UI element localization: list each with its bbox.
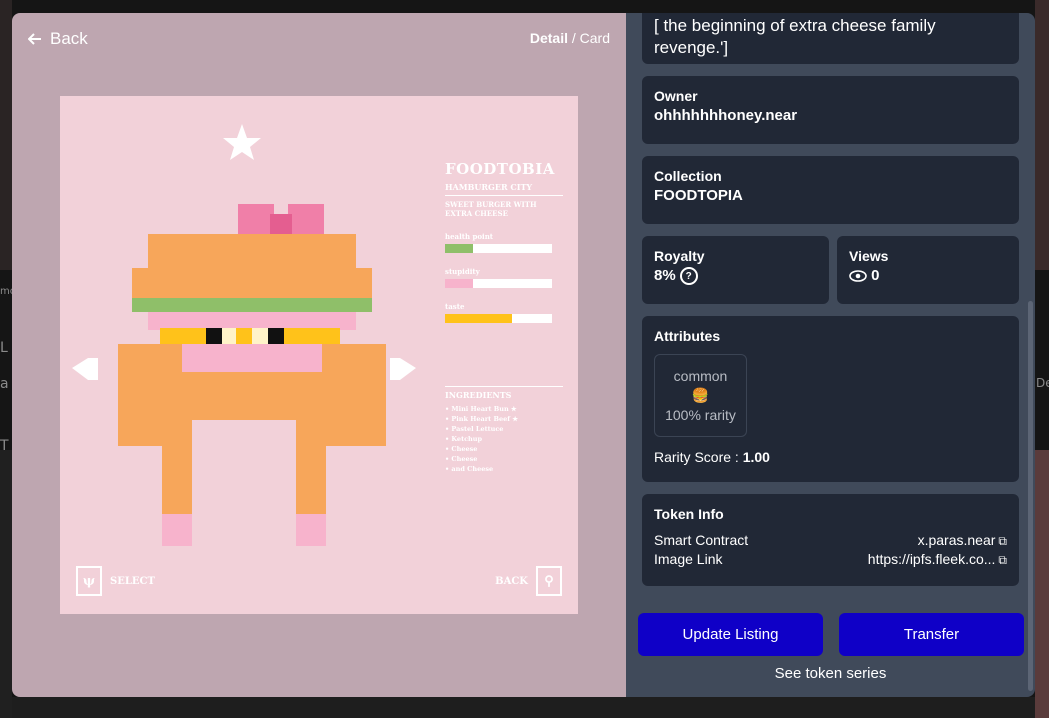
background-text: a [0,376,9,392]
views-value: 0 [871,267,880,284]
image-link-value[interactable]: https://ipfs.fleek.co... [868,551,996,567]
owner-panel: Owner ohhhhhhhoney.near [642,76,1019,144]
burger-icon: 🍔 [691,387,710,403]
smart-contract-group: x.paras.near ⧉ [918,532,1007,549]
ingredient-item: Cheese [445,454,563,464]
card-brand-block: FOODTOBIA HAMBURGER CITY SWEET BURGER WI… [445,160,563,323]
view-detail-toggle[interactable]: Detail [530,30,568,46]
ingredient-item: Pastel Lettuce [445,424,563,434]
update-listing-button[interactable]: Update Listing [638,613,823,656]
see-token-series-link[interactable]: See token series [626,665,1035,682]
card-description: SWEET BURGER WITH EXTRA CHEESE [445,200,537,218]
back-button[interactable]: Back [28,29,88,49]
ingredients-list: Mini Heart Bun ★ Pink Heart Beef ★ Paste… [445,404,563,474]
transfer-button[interactable]: Transfer [839,613,1024,656]
royalty-value: 8% [654,267,676,284]
smart-contract-label: Smart Contract [654,532,749,548]
stat-fill [445,244,473,253]
stat-label: health point [445,232,494,241]
ingredients-title: INGREDIENTS [445,386,563,400]
background-tile [1035,0,1049,270]
rarity-score: Rarity Score : 1.00 [654,449,1007,465]
card-select-label: SELECT [110,575,155,587]
image-link-label: Image Link [654,551,723,567]
attribute-name: common [673,368,728,384]
ingredients-block: INGREDIENTS Mini Heart Bun ★ Pink Heart … [445,386,563,474]
card-back-label: BACK [495,575,528,587]
background-tile [1035,450,1049,718]
card-back: BACK ⚲ [495,566,562,596]
fork-icon: ψ [76,566,102,596]
stat-bar [445,244,552,253]
collection-panel: Collection FOODTOPIA [642,156,1019,224]
royalty-panel: Royalty 8%? [642,236,829,304]
stat-bar [445,279,552,288]
eye-icon [849,270,867,282]
view-toggle-separator: / [567,30,580,46]
copy-icon[interactable]: ⧉ [998,553,1007,568]
royalty-row: 8%? [654,267,817,286]
arrow-left-icon [28,33,41,45]
collection-title: Collection [654,168,722,184]
views-title: Views [849,248,889,264]
copy-icon[interactable]: ⧉ [998,534,1007,549]
background-tile [12,697,1035,718]
stat-label: taste [445,302,465,311]
ingredient-item: Mini Heart Bun ★ [445,404,563,414]
card-brand-title: FOODTOBIA [445,160,555,178]
scrollbar[interactable] [1028,301,1033,691]
smart-contract-row: Smart Contract x.paras.near ⧉ [654,532,1007,549]
stat-fill [445,279,473,288]
background-tile [0,450,12,718]
info-pane: [ the beginning of extra cheese family r… [626,13,1035,697]
smart-contract-value[interactable]: x.paras.near [918,532,996,548]
background-text: L [0,340,8,356]
media-pane: Back Detail / Card FOODTOBIA HAMBURGER C… [12,13,626,697]
views-row: 0 [849,267,1007,284]
stat-bar [445,314,552,323]
collection-value[interactable]: FOODTOPIA [654,187,1007,204]
background-tile [0,0,12,270]
ingredient-item: Cheese [445,444,563,454]
background-text: De [1036,376,1049,390]
view-card-toggle[interactable]: Card [580,30,610,46]
attributes-panel: Attributes common 🍔 100% rarity Rarity S… [642,316,1019,482]
help-icon[interactable]: ? [679,267,698,286]
stat-label: stupidity [445,267,480,276]
rarity-score-value: 1.00 [742,449,770,465]
background-text: T [0,438,9,454]
view-toggle: Detail / Card [530,30,610,46]
arrow-left-icon [72,358,98,380]
owner-title: Owner [654,88,698,104]
token-info-panel: Token Info Smart Contract x.paras.near ⧉ … [642,494,1019,586]
description-panel: [ the beginning of extra cheese family r… [642,13,1019,64]
ingredient-item: Pink Heart Beef ★ [445,414,563,424]
rarity-score-label: Rarity Score : [654,449,743,465]
ingredient-item: Ketchup [445,434,563,444]
arrow-right-icon [390,358,416,380]
attribute-rarity: 100% rarity [665,407,736,423]
token-description: [ the beginning of extra cheese family r… [654,16,936,57]
image-link-group: https://ipfs.fleek.co... ⧉ [868,551,1007,568]
card-brand-subtitle: HAMBURGER CITY [445,182,563,196]
views-panel: Views 0 [837,236,1019,304]
attribute-chip[interactable]: common 🍔 100% rarity [654,354,747,437]
ingredient-item: and Cheese [445,464,563,474]
card-select: ψ SELECT [76,566,155,596]
royalty-title: Royalty [654,248,705,264]
star-icon [223,124,261,160]
stat-fill [445,314,513,323]
image-link-row: Image Link https://ipfs.fleek.co... ⧉ [654,551,1007,568]
spoon-icon: ⚲ [536,566,562,596]
owner-value[interactable]: ohhhhhhhoney.near [654,107,1007,124]
token-card-image: FOODTOBIA HAMBURGER CITY SWEET BURGER WI… [60,96,578,614]
back-label: Back [50,29,88,48]
token-detail-modal: Back Detail / Card FOODTOBIA HAMBURGER C… [12,13,1035,697]
token-info-title: Token Info [654,506,724,522]
attributes-title: Attributes [654,328,721,344]
